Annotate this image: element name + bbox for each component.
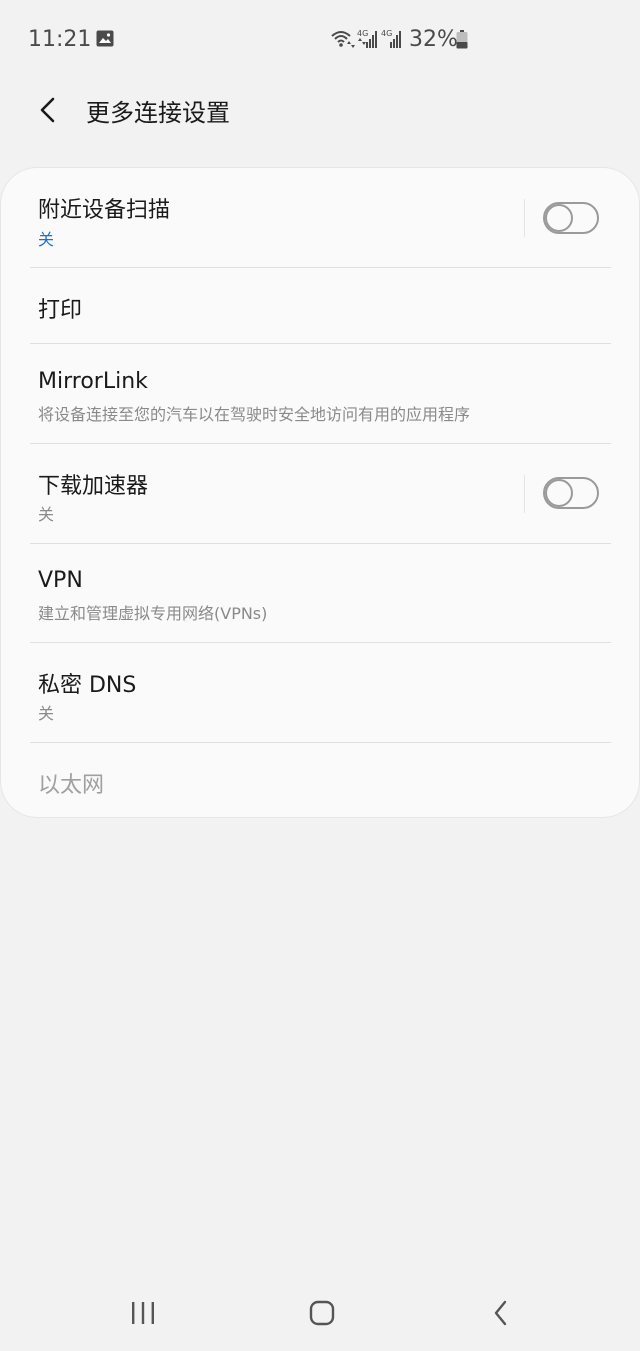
setting-title: 下载加速器	[38, 474, 149, 499]
network-type-label: 4G	[381, 29, 392, 38]
navigation-bar	[0, 1271, 640, 1351]
divider	[524, 199, 525, 237]
wifi-icon	[331, 31, 355, 48]
battery-percent: 32%	[409, 27, 458, 52]
setting-status: 关	[38, 505, 55, 524]
chevron-left-icon	[40, 97, 55, 123]
recent-apps-button[interactable]	[119, 1291, 167, 1335]
download-booster-toggle[interactable]	[543, 477, 599, 509]
setting-nearby-device-scanning[interactable]: 附近设备扫描 关	[30, 168, 611, 268]
setting-title: 私密 DNS	[38, 673, 137, 698]
toggle-knob	[545, 479, 573, 507]
nearby-device-scanning-toggle[interactable]	[543, 202, 599, 234]
back-icon	[494, 1300, 507, 1326]
setting-title: 附近设备扫描	[38, 198, 171, 223]
status-network-icons: 4G 4G	[331, 29, 401, 48]
setting-description: 建立和管理虚拟专用网络(VPNs)	[38, 604, 268, 623]
setting-private-dns[interactable]: 私密 DNS 关	[30, 643, 611, 743]
home-button[interactable]	[298, 1291, 346, 1335]
page-title: 更多连接设置	[86, 99, 230, 127]
app-header: 更多连接设置	[0, 80, 640, 140]
setting-title: MirrorLink	[38, 369, 148, 394]
setting-ethernet: 以太网	[30, 743, 611, 817]
setting-print[interactable]: 打印	[30, 268, 611, 344]
setting-status: 关	[38, 230, 55, 249]
gallery-icon	[96, 30, 114, 47]
setting-description: 将设备连接至您的汽车以在驾驶时安全地访问有用的应用程序	[38, 405, 471, 424]
setting-vpn[interactable]: VPN 建立和管理虚拟专用网络(VPNs)	[30, 544, 611, 643]
setting-title: 打印	[38, 298, 83, 323]
setting-download-booster[interactable]: 下载加速器 关	[30, 444, 611, 544]
status-bar: 11:21 4G 4G 32%	[0, 0, 640, 80]
nav-back-button[interactable]	[477, 1291, 525, 1335]
signal-4g-sim1-icon: 4G	[357, 29, 377, 48]
status-time: 11:21	[28, 27, 92, 52]
setting-title: 以太网	[38, 773, 105, 798]
setting-mirrorlink[interactable]: MirrorLink 将设备连接至您的汽车以在驾驶时安全地访问有用的应用程序	[30, 344, 611, 444]
setting-title: VPN	[38, 568, 83, 593]
network-type-label: 4G	[357, 29, 368, 38]
back-button[interactable]	[28, 90, 68, 130]
divider	[524, 475, 525, 513]
battery-icon	[456, 30, 468, 49]
setting-status: 关	[38, 704, 55, 723]
settings-card: 附近设备扫描 关 打印 MirrorLink 将设备连接至您的汽车以在驾驶时安全…	[1, 168, 639, 817]
toggle-knob	[545, 204, 573, 232]
home-icon	[309, 1300, 335, 1326]
recent-apps-icon	[132, 1302, 154, 1324]
signal-4g-sim2-icon: 4G	[381, 29, 401, 48]
